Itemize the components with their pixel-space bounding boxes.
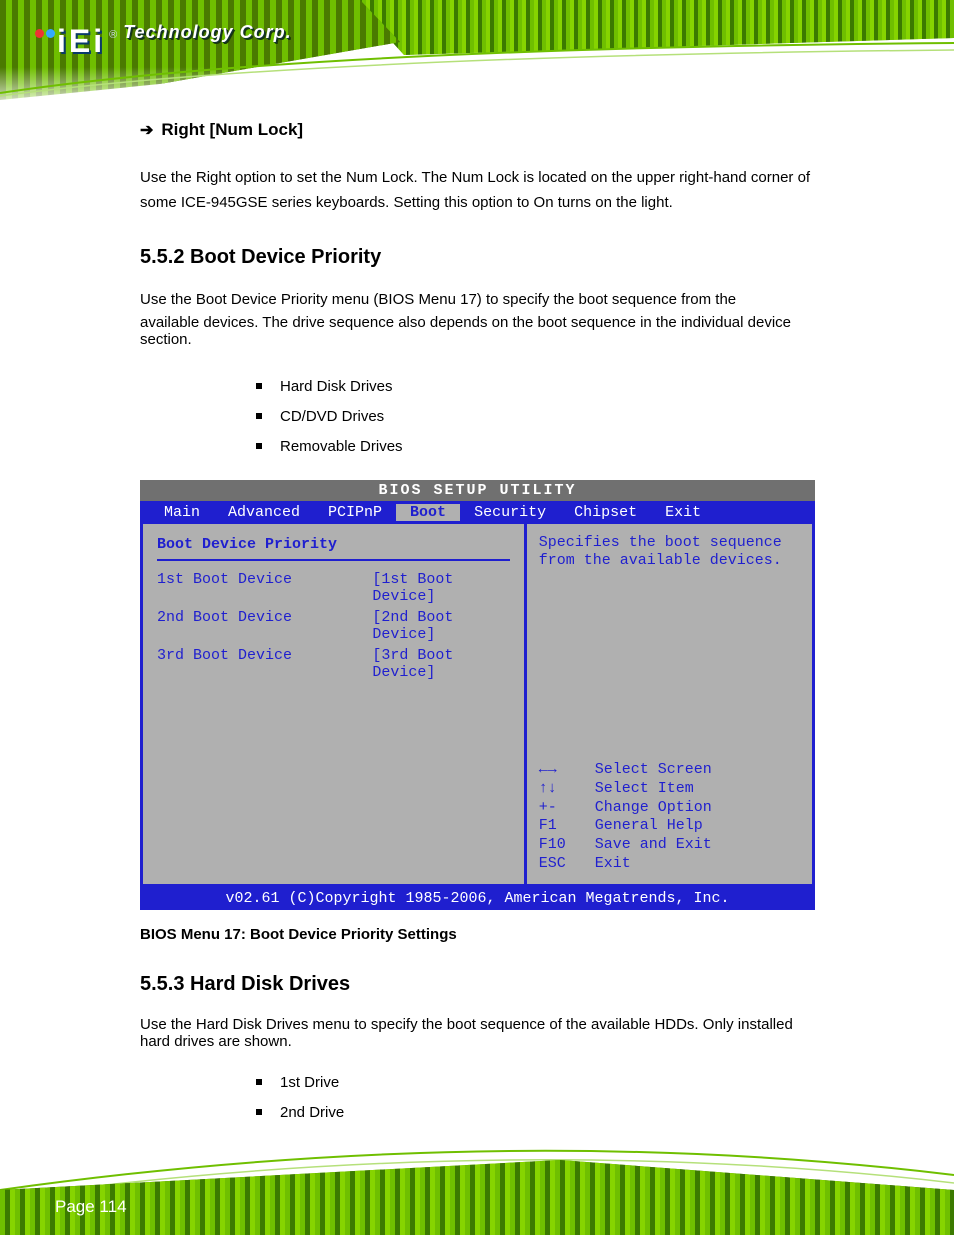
key-hint: F10Save and Exit [539, 836, 800, 855]
key-hint-key: ↑↓ [539, 780, 595, 799]
tab-security[interactable]: Security [460, 504, 560, 521]
key-hint: ←→Select Screen [539, 761, 800, 780]
key-hint-key: +- [539, 799, 595, 818]
bios-row[interactable]: 3rd Boot Device [3rd Boot Device] [157, 645, 510, 683]
logo-mark: i E i [35, 23, 103, 60]
bios-key-hints: ←→Select Screen ↑↓Select Item +-Change O… [539, 761, 800, 874]
bios-row-label: 3rd Boot Device [157, 647, 372, 681]
key-hint-key: F1 [539, 817, 595, 836]
top-banner: i E i ® Technology Corp. [0, 0, 954, 112]
page-number-text: Page 114 [55, 1197, 127, 1216]
key-hint-key: F10 [539, 836, 595, 855]
drive-list: 1st Drive 2nd Drive [140, 1068, 820, 1128]
list-item: CD/DVD Drives [256, 402, 820, 432]
bios-title: BIOS SETUP UTILITY [140, 480, 815, 501]
bios-row-label: 2nd Boot Device [157, 609, 372, 643]
key-hint-key: ←→ [539, 761, 595, 780]
logo-letter-e: E [69, 23, 91, 60]
bios-left-pane: Boot Device Priority 1st Boot Device [1s… [143, 524, 527, 884]
logo: i E i ® Technology Corp. [35, 22, 292, 60]
subsection-title: 5.5.3 Hard Disk Drives [140, 973, 820, 996]
logo-registered: ® [109, 29, 117, 41]
tab-exit[interactable]: Exit [651, 504, 715, 521]
bios-row-value: [3rd Boot Device] [372, 647, 509, 681]
bios-right-pane: Specifies the boot sequence from the ava… [527, 524, 812, 884]
bios-setup-utility: BIOS SETUP UTILITY Main Advanced PCIPnP … [140, 480, 815, 910]
logo-letter-i2: i [93, 23, 103, 60]
tab-pcipnp[interactable]: PCIPnP [314, 504, 396, 521]
logo-tagline: Technology Corp. [123, 22, 291, 43]
bottom-banner: Page 114 [0, 1120, 954, 1235]
section-intro-1: Use the Boot Device Priority menu (BIOS … [140, 291, 820, 308]
key-hint-desc: Save and Exit [595, 836, 712, 855]
param-heading: ➔ Right [Num Lock] [140, 120, 820, 140]
bios-row-value: [2nd Boot Device] [372, 609, 509, 643]
list-item: 1st Drive [256, 1068, 820, 1098]
list-item: Hard Disk Drives [256, 372, 820, 402]
section-intro-2: available devices. The drive sequence al… [140, 314, 820, 348]
bios-row[interactable]: 2nd Boot Device [2nd Boot Device] [157, 607, 510, 645]
tab-main[interactable]: Main [150, 504, 214, 521]
list-item: Removable Drives [256, 432, 820, 462]
tab-boot[interactable]: Boot [396, 504, 460, 521]
tab-advanced[interactable]: Advanced [214, 504, 314, 521]
key-hint: ESCExit [539, 855, 800, 874]
bios-help-text: Specifies the boot sequence from the ava… [539, 534, 800, 572]
key-hint-desc: Change Option [595, 799, 712, 818]
page-number: Page 114 [55, 1197, 127, 1217]
key-hint-key: ESC [539, 855, 595, 874]
bios-tabs: Main Advanced PCIPnP Boot Security Chips… [140, 501, 815, 524]
bios-row-label: 1st Boot Device [157, 571, 372, 605]
key-hint-desc: Select Item [595, 780, 694, 799]
key-hint: +-Change Option [539, 799, 800, 818]
bios-body: Boot Device Priority 1st Boot Device [1s… [140, 524, 815, 887]
figure-caption: BIOS Menu 17: Boot Device Priority Setti… [140, 926, 820, 943]
logo-indicator-blue-icon [46, 29, 55, 38]
param-heading-text: Right [Num Lock] [161, 120, 303, 140]
subsection-body: Use the Hard Disk Drives menu to specify… [140, 1016, 820, 1050]
key-hint: F1General Help [539, 817, 800, 836]
key-hint-desc: General Help [595, 817, 703, 836]
key-hint-desc: Exit [595, 855, 631, 874]
tab-chipset[interactable]: Chipset [560, 504, 651, 521]
logo-indicator-red-icon [35, 29, 44, 38]
bios-row-value: [1st Boot Device] [372, 571, 509, 605]
logo-letter-i: i [57, 23, 67, 60]
bios-footer: v02.61 (C)Copyright 1985-2006, American … [140, 887, 815, 910]
content: ➔ Right [Num Lock] Use the Right option … [140, 120, 820, 1143]
param-body: Use the Right option to set the Num Lock… [140, 166, 820, 216]
bios-row[interactable]: 1st Boot Device [1st Boot Device] [157, 569, 510, 607]
drive-type-list: Hard Disk Drives CD/DVD Drives Removable… [140, 372, 820, 462]
bios-rows: 1st Boot Device [1st Boot Device] 2nd Bo… [157, 569, 510, 683]
section-title: 5.5.2 Boot Device Priority [140, 246, 820, 269]
arrow-right-icon: ➔ [140, 120, 153, 140]
bios-pane-title: Boot Device Priority [157, 536, 510, 561]
key-hint-desc: Select Screen [595, 761, 712, 780]
key-hint: ↑↓Select Item [539, 780, 800, 799]
